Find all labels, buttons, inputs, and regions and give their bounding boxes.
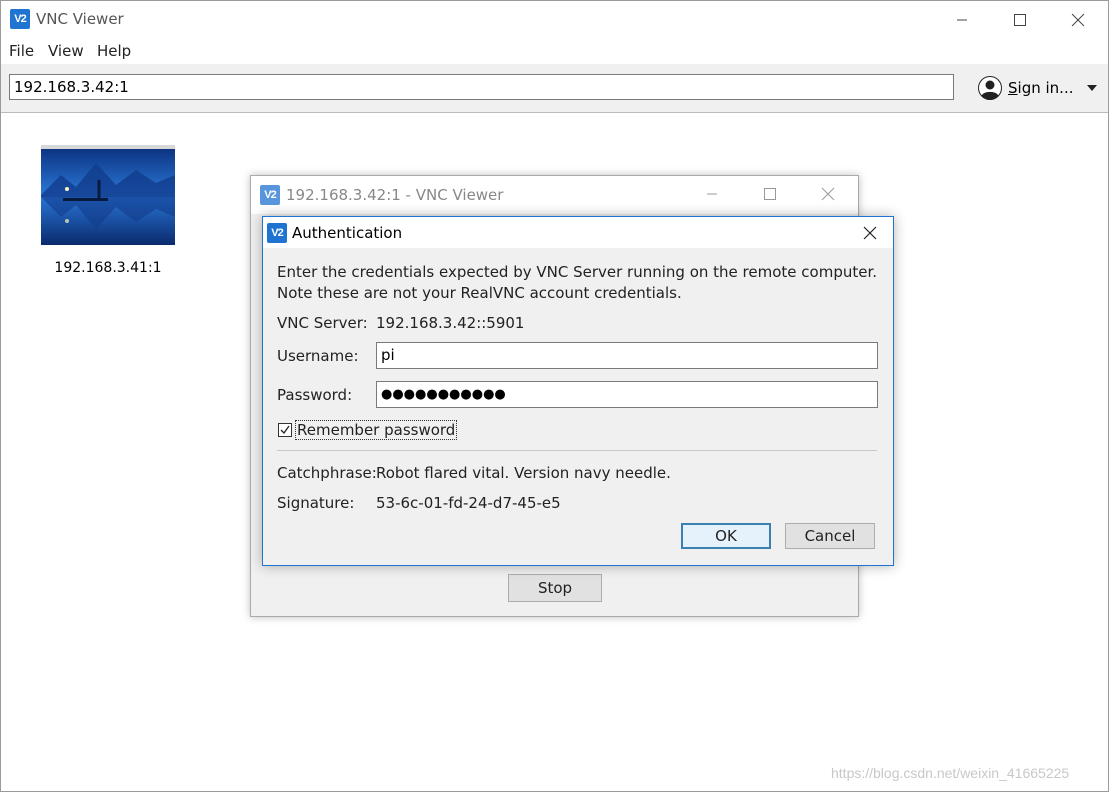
menu-file[interactable]: File xyxy=(9,42,34,60)
remember-password-label[interactable]: Remember password xyxy=(294,420,458,440)
auth-intro-line1: Enter the credentials expected by VNC Se… xyxy=(277,263,878,281)
signature-value: 53-6c-01-fd-24-d7-45-e5 xyxy=(376,494,561,512)
sign-in-button[interactable]: Sign in... xyxy=(978,75,1098,101)
ok-button[interactable]: OK xyxy=(681,523,771,549)
minimize-icon xyxy=(707,193,717,195)
watermark: https://blog.csdn.net/weixin_41665225 xyxy=(831,765,1070,781)
auth-close-button[interactable] xyxy=(859,222,881,244)
maximize-button[interactable] xyxy=(991,3,1049,37)
address-toolbar: 192.168.3.42:1 Sign in... xyxy=(1,64,1108,113)
close-icon xyxy=(863,226,877,240)
username-label: Username: xyxy=(277,347,359,365)
remember-password-checkbox[interactable] xyxy=(278,423,292,437)
auth-titlebar[interactable]: V2 Authentication xyxy=(263,217,893,248)
server-value: 192.168.3.42::5901 xyxy=(376,314,525,332)
connection-window-title: 192.168.3.42:1 - VNC Viewer xyxy=(286,186,504,204)
password-label: Password: xyxy=(277,386,353,404)
computer-label: 192.168.3.41:1 xyxy=(54,260,162,276)
main-titlebar[interactable]: V2 VNC Viewer xyxy=(1,1,1108,38)
stop-button[interactable]: Stop xyxy=(508,574,602,602)
password-field[interactable]: ●●●●●●●●●●● xyxy=(376,381,878,408)
computer-thumbnail[interactable] xyxy=(41,145,175,245)
maximize-icon xyxy=(1014,14,1026,26)
user-avatar-icon xyxy=(978,76,1002,100)
caret-down-icon[interactable] xyxy=(1087,85,1098,91)
connection-titlebar[interactable]: V2 192.168.3.42:1 - VNC Viewer xyxy=(251,176,858,214)
conn-maximize-button[interactable] xyxy=(741,177,799,211)
minimize-button[interactable] xyxy=(933,3,991,37)
menu-view[interactable]: View xyxy=(48,42,84,60)
vnc-logo-icon: V2 xyxy=(267,223,287,243)
close-icon xyxy=(1071,13,1085,27)
divider xyxy=(277,450,877,451)
sign-in-label: Sign in... xyxy=(1008,79,1074,97)
maximize-icon xyxy=(764,188,776,200)
cancel-button[interactable]: Cancel xyxy=(785,523,875,549)
desktop-preview-image xyxy=(41,145,175,245)
auth-intro-line2: Note these are not your RealVNC account … xyxy=(277,284,682,302)
signature-label: Signature: xyxy=(277,494,355,512)
address-input[interactable]: 192.168.3.42:1 xyxy=(9,74,954,100)
conn-minimize-button[interactable] xyxy=(683,177,741,211)
minimize-icon xyxy=(957,19,967,21)
menu-help[interactable]: Help xyxy=(97,42,131,60)
checkmark-icon xyxy=(280,425,290,435)
close-icon xyxy=(821,187,835,201)
server-label: VNC Server: xyxy=(277,314,368,332)
authentication-dialog: V2 Authentication Enter the credentials … xyxy=(262,216,894,566)
auth-title: Authentication xyxy=(292,224,403,242)
conn-close-button[interactable] xyxy=(799,177,857,211)
catchphrase-label: Catchphrase: xyxy=(277,464,377,482)
menu-bar: File View Help xyxy=(1,39,1108,65)
close-button[interactable] xyxy=(1049,3,1107,37)
window-title: VNC Viewer xyxy=(36,10,124,28)
vnc-logo-icon: V2 xyxy=(260,185,280,205)
username-field[interactable]: pi xyxy=(376,342,878,369)
vnc-logo-icon: V2 xyxy=(10,9,30,29)
catchphrase-value: Robot flared vital. Version navy needle. xyxy=(376,464,671,482)
